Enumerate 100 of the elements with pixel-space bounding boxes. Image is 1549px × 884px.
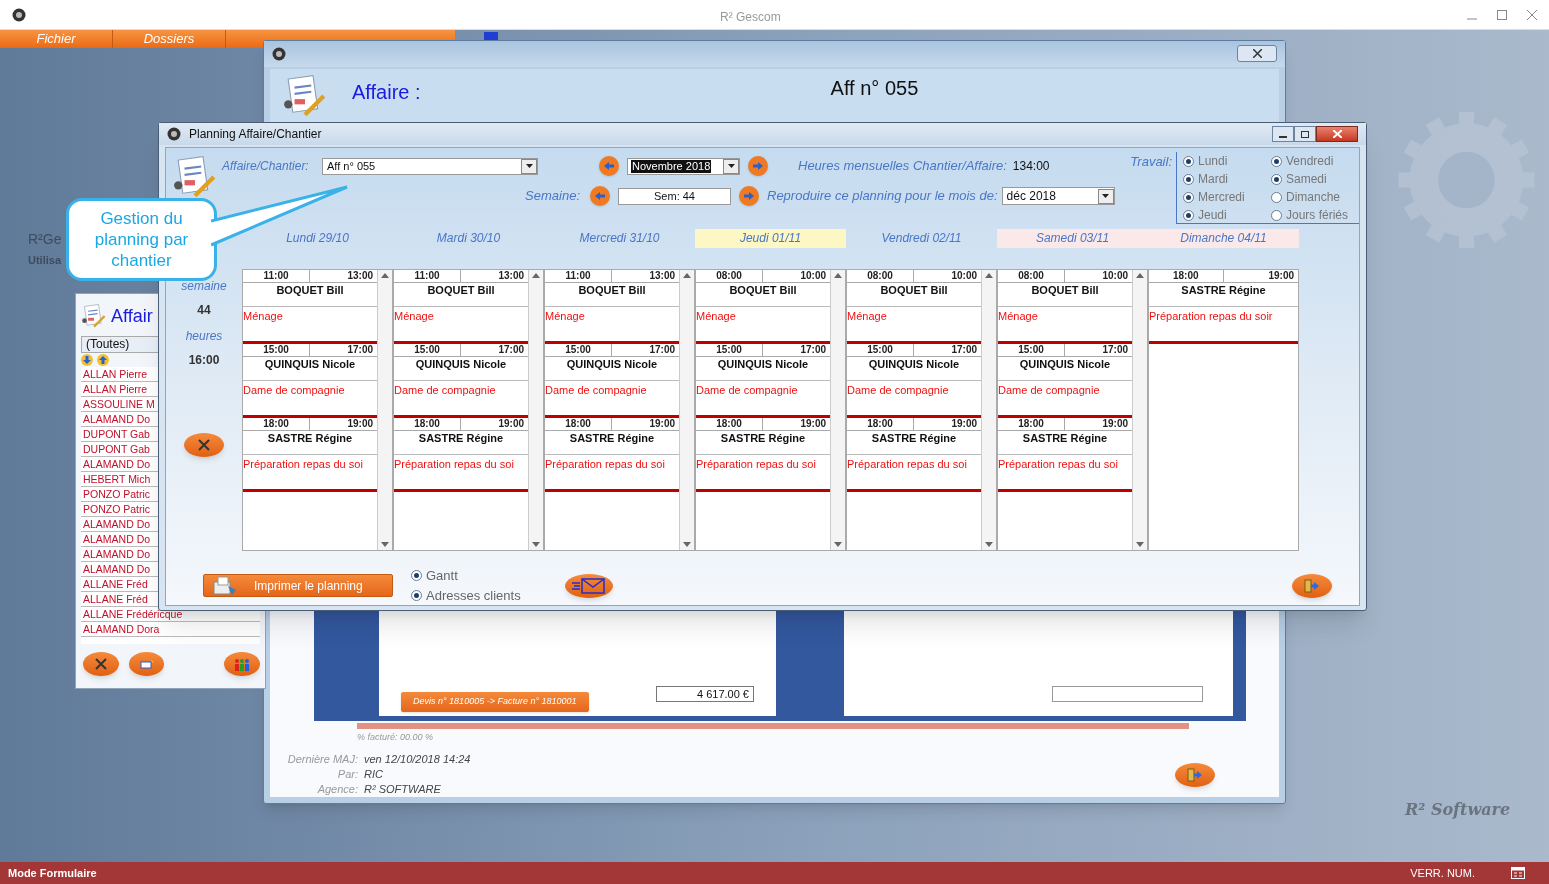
app-icon	[12, 7, 26, 22]
input-field[interactable]	[1052, 685, 1203, 702]
close-icon	[198, 439, 210, 451]
list-row[interactable]: ASSOULINE M	[83, 398, 155, 410]
scroll-up-icon	[532, 273, 540, 278]
list-title: Affair	[111, 304, 153, 328]
list-row[interactable]: DUPONT Gab	[83, 428, 150, 440]
employee-name: SASTRE Régine	[1022, 431, 1108, 446]
radio-button[interactable]	[1271, 173, 1282, 185]
document-pen-icon	[282, 72, 328, 119]
next-button[interactable]	[739, 186, 759, 206]
maximize-icon[interactable]	[1497, 9, 1507, 20]
list-row[interactable]: ALAMAND Do	[83, 563, 151, 575]
list-row[interactable]: PONZO Patric	[83, 503, 151, 515]
radio-button[interactable]	[1183, 173, 1194, 185]
monitor-icon[interactable]	[483, 31, 499, 43]
previous-button[interactable]	[599, 156, 619, 176]
day-header: Samedi 03/11	[997, 229, 1148, 248]
radio-button[interactable]	[1271, 209, 1282, 221]
dropdown-button[interactable]	[723, 158, 739, 174]
radio-button[interactable]	[1271, 155, 1282, 167]
list-row[interactable]: ALAMAND Dora	[83, 623, 160, 635]
app-icon	[167, 127, 181, 141]
close-icon[interactable]	[1527, 9, 1537, 20]
previous-button[interactable]	[590, 186, 610, 206]
start-time: 08:00	[696, 270, 763, 282]
task-label: Ménage	[847, 309, 888, 323]
hours-value: 134:00	[1012, 158, 1050, 175]
employee-name: BOQUET Bill	[276, 283, 344, 298]
radio-button[interactable]	[1271, 191, 1282, 203]
up-arrow-icon[interactable]	[97, 354, 109, 366]
radio-button[interactable]	[411, 589, 422, 601]
close-icon	[94, 658, 107, 670]
list-row[interactable]: HEBERT Mich	[83, 473, 151, 485]
form-view-icon[interactable]	[1511, 867, 1525, 879]
start-time: 15:00	[998, 344, 1065, 356]
list-row[interactable]: DUPONT Gab	[83, 443, 150, 455]
user-label: Utilisa	[28, 253, 62, 268]
radio-button[interactable]	[411, 570, 422, 582]
week-field[interactable]: Sem: 44	[618, 187, 731, 205]
left-arrow-icon	[603, 161, 615, 171]
end-time: 17:00	[1101, 344, 1129, 356]
dialog-title: Planning Affaire/Chantier	[189, 126, 322, 143]
meta-value: ven 12/10/2018 14:24	[364, 752, 471, 767]
week-label: Semaine:	[524, 187, 581, 206]
scrollbar[interactable]	[1132, 270, 1147, 550]
cancel-button[interactable]	[184, 433, 224, 457]
radio-label: Vendredi	[1286, 153, 1334, 169]
scroll-up-icon	[381, 273, 389, 278]
delete-button[interactable]	[83, 652, 119, 676]
list-row[interactable]: ALAMAND Do	[83, 548, 151, 560]
exit-button[interactable]	[1175, 763, 1215, 787]
employee-name: BOQUET Bill	[427, 283, 495, 298]
radio-button[interactable]	[1183, 209, 1194, 221]
scroll-down-icon	[985, 542, 993, 547]
end-time: 10:00	[799, 270, 827, 282]
minimize-button[interactable]	[1272, 126, 1294, 142]
exit-button[interactable]	[1292, 573, 1332, 598]
meta-label: Agence:	[316, 782, 358, 797]
list-row[interactable]: ALAMAND Do	[83, 518, 151, 530]
list-row[interactable]: ALLAN Pierre	[83, 383, 148, 395]
summary-label: heures	[185, 328, 223, 345]
employee-name: SASTRE Régine	[720, 431, 806, 446]
email-button[interactable]	[564, 573, 613, 598]
radio-button[interactable]	[1183, 155, 1194, 167]
scrollbar[interactable]	[528, 270, 543, 550]
list-row[interactable]: ALLAN Pierre	[83, 368, 148, 380]
list-row[interactable]: ALLANE Frédéricque	[83, 608, 183, 620]
list-row[interactable]: ALLANE Fréd	[83, 578, 148, 590]
summary-value: 44	[197, 302, 211, 319]
list-row[interactable]: ALAMAND Do	[83, 533, 151, 545]
scrollbar[interactable]	[981, 270, 996, 550]
dropdown-button[interactable]	[521, 158, 537, 174]
copy-month-combo[interactable]: déc 2018	[1001, 187, 1115, 205]
people-button[interactable]	[224, 652, 260, 676]
list-row[interactable]: ALAMAND Do	[83, 413, 151, 425]
maximize-button[interactable]	[1294, 126, 1316, 142]
scrollbar[interactable]	[830, 270, 845, 550]
day-header: Dimanche 04/11	[1148, 229, 1299, 248]
radio-label: Mardi	[1198, 171, 1228, 187]
month-combo[interactable]: Novembre 2018	[627, 157, 740, 175]
list-row[interactable]: ALAMAND Do	[83, 458, 151, 470]
scrollbar[interactable]	[377, 270, 392, 550]
radio-button[interactable]	[1183, 191, 1194, 203]
end-time: 19:00	[1267, 270, 1295, 282]
start-time: 08:00	[847, 270, 914, 282]
amount-field[interactable]: 4 617.00 €	[656, 685, 754, 702]
close-button[interactable]	[1316, 126, 1358, 142]
close-button[interactable]	[1237, 45, 1277, 63]
door-arrow-icon	[1187, 768, 1203, 782]
dropdown-button[interactable]	[1097, 188, 1114, 204]
app-icon	[272, 46, 286, 61]
new-record-button[interactable]	[128, 652, 165, 676]
list-row[interactable]: ALLANE Fréd	[83, 593, 148, 605]
next-button[interactable]	[748, 156, 768, 176]
affaire-combo[interactable]: Aff n° 055	[322, 157, 538, 175]
list-row[interactable]: PONZO Patric	[83, 488, 151, 500]
start-time: 18:00	[696, 418, 763, 430]
down-arrow-icon[interactable]	[81, 354, 93, 366]
scrollbar[interactable]	[679, 270, 694, 550]
